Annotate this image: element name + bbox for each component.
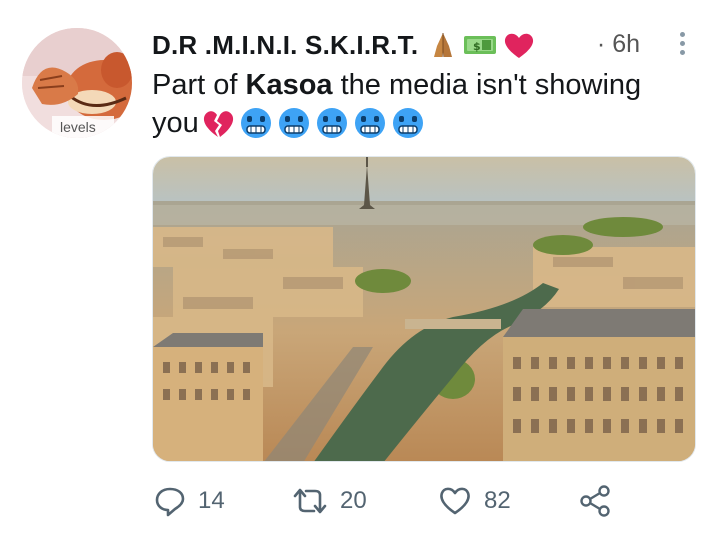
avatar-image: levels (22, 28, 132, 138)
svg-text:$: $ (473, 40, 481, 53)
reply-count: 14 (198, 487, 225, 514)
like-count: 82 (484, 487, 511, 514)
tweet-text-line2: you (152, 104, 692, 142)
text-before: Part of (152, 69, 246, 101)
red-heart-emoji (505, 33, 534, 58)
broken-heart-emoji (203, 111, 233, 137)
tweet-header: D.R .M.I.N.I. S.K.I.R.T. $ · 6h (152, 26, 700, 64)
share-icon (580, 485, 610, 517)
time-value: 6h (612, 30, 640, 58)
city-aerial-photo (153, 157, 695, 461)
heart-outline-icon (440, 487, 470, 515)
tweet-action-bar: 14 20 82 (152, 478, 622, 524)
retweet-icon (293, 488, 327, 514)
cold-face-emoji (392, 108, 423, 138)
folded-hands-emoji (434, 33, 453, 57)
share-button[interactable] (578, 478, 612, 524)
avatar[interactable]: levels (22, 28, 132, 138)
retweet-count: 20 (340, 487, 367, 514)
retweet-button[interactable]: 20 (292, 478, 367, 524)
tweet-text-line1: Part of Kasoa the media isn't showing (152, 66, 692, 104)
tweet-card[interactable]: levels D.R .M.I.N.I. S.K.I.R.T. $ · 6h P… (0, 0, 720, 548)
reply-icon (155, 487, 185, 517)
text-bold-keyword: Kasoa (245, 69, 333, 101)
time-separator: · (596, 30, 606, 58)
cold-face-emoji (278, 108, 309, 138)
cold-face-emoji (316, 108, 347, 138)
display-name[interactable]: D.R .M.I.N.I. S.K.I.R.T. (152, 30, 418, 61)
reply-button[interactable]: 14 (154, 478, 225, 524)
text-emojis (201, 107, 425, 139)
cold-face-emoji (354, 108, 385, 138)
name-emojis: $ (428, 30, 536, 60)
more-options-icon[interactable] (676, 30, 688, 60)
like-button[interactable]: 82 (438, 478, 511, 524)
tweet-text: Part of Kasoa the media isn't showing yo… (152, 66, 692, 142)
money-bill-emoji: $ (464, 36, 497, 54)
avatar-caption: levels (60, 119, 96, 135)
tweet-media-image[interactable] (152, 156, 696, 462)
text-line2: you (152, 107, 199, 139)
cold-face-emoji (240, 108, 271, 138)
tweet-time[interactable]: · 6h (597, 30, 640, 59)
text-after: the media isn't showing (332, 69, 642, 101)
